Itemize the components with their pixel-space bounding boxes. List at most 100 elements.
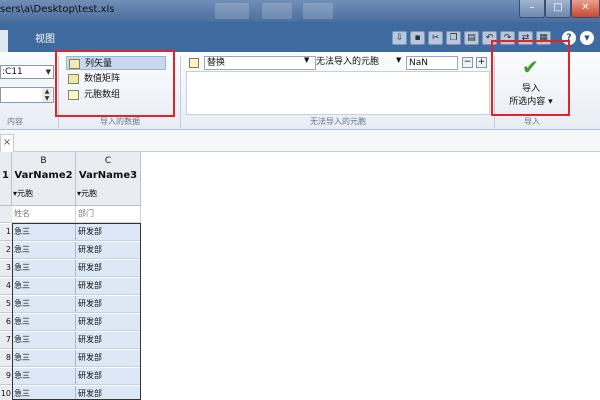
switch-windows-icon[interactable]: ⇄: [518, 31, 533, 45]
collapse-ribbon-icon[interactable]: ▼: [580, 31, 594, 45]
table-cell-department[interactable]: 研发部: [76, 368, 141, 385]
row-number[interactable]: 3: [0, 260, 12, 277]
variable-name[interactable]: VarName3: [76, 170, 140, 181]
replacement-value-field[interactable]: NaN: [406, 56, 458, 70]
title-bar: sers\a\Desktop\test.xls – □ ✕: [0, 0, 600, 22]
save-icon[interactable]: ▪: [410, 31, 425, 45]
table-cell-department[interactable]: 研发部: [76, 332, 141, 349]
row-number[interactable]: 6: [0, 314, 12, 331]
chevron-down-icon[interactable]: ▼: [396, 56, 401, 64]
header-row-stepper[interactable]: ▲ ▼: [0, 87, 54, 103]
paste-icon[interactable]: ▤: [464, 31, 479, 45]
table-cell-name[interactable]: 急三: [12, 278, 76, 295]
table-cell-name[interactable]: 急三: [12, 368, 76, 385]
table-cell-name[interactable]: 急三: [12, 350, 76, 367]
output-type-column-vectors[interactable]: 列矢量: [66, 56, 166, 70]
maximize-button[interactable]: □: [545, 0, 571, 18]
add-rule-button[interactable]: +: [476, 57, 487, 68]
table-cell-department[interactable]: 研发部: [76, 350, 141, 367]
stepper-up-icon[interactable]: ▲: [42, 88, 52, 95]
tab-import-active[interactable]: [0, 30, 8, 52]
row-number[interactable]: 2: [0, 242, 12, 259]
rule-list-area: [186, 71, 490, 115]
data-grid: 1 B VarName2 ▾元胞 C VarName3 ▾元胞 姓名 部门 1急…: [0, 152, 141, 400]
chevron-down-icon[interactable]: ▼: [46, 66, 51, 78]
header-cell-b[interactable]: 姓名: [12, 206, 76, 223]
check-icon: ✔: [522, 55, 539, 79]
table-cell-name[interactable]: 急三: [12, 296, 76, 313]
output-type-label: 数值矩阵: [84, 74, 121, 84]
row-number[interactable]: 8: [0, 350, 12, 367]
range-group-label: 内容: [7, 117, 23, 126]
rule-enabled-checkbox[interactable]: [189, 58, 199, 68]
row-number[interactable]: 9: [0, 368, 12, 385]
copy-icon[interactable]: ❐: [446, 31, 461, 45]
table-cell-department[interactable]: 研发部: [76, 242, 141, 259]
rule-action-select[interactable]: 替换: [204, 56, 316, 70]
variable-type-select[interactable]: ▾元胞: [13, 188, 33, 199]
minimize-button[interactable]: –: [519, 0, 545, 18]
titlebar-tool-ghost: [215, 3, 249, 19]
table-cell-department[interactable]: 研发部: [76, 260, 141, 277]
ribbon-tab-strip: 视图 ⇩ ▪ ✂ ❐ ▤ ↶ ↷ ⇄ ▦ ? ▼: [0, 22, 600, 52]
group-separator: [58, 56, 59, 128]
table-cell-name[interactable]: 急三: [12, 314, 76, 331]
table-cell-department[interactable]: 研发部: [76, 278, 141, 295]
rule-action-value: 替换: [207, 58, 226, 68]
output-type-numeric-matrix[interactable]: 数值矩阵: [66, 72, 166, 86]
quick-access-icon[interactable]: ⇩: [392, 31, 407, 45]
row-number-header: [0, 206, 12, 223]
chevron-down-icon[interactable]: ▼: [304, 56, 309, 64]
import-selection-button[interactable]: ✔ 导入 所选内容 ▾: [500, 54, 562, 114]
row-number[interactable]: 4: [0, 278, 12, 295]
table-cell-department[interactable]: 研发部: [76, 224, 141, 241]
undo-icon[interactable]: ↶: [482, 31, 497, 45]
titlebar-tool-ghost: [303, 3, 333, 19]
group-separator: [494, 56, 495, 128]
output-type-list: 列矢量 数值矩阵 元胞数组: [64, 54, 170, 114]
rule-condition-value: 无法导入的元胞: [316, 57, 380, 67]
cut-icon[interactable]: ✂: [428, 31, 443, 45]
table-cell-name[interactable]: 急三: [12, 224, 76, 241]
tab-view[interactable]: 视图: [12, 30, 78, 52]
table-cell-name[interactable]: 急三: [12, 332, 76, 349]
stepper-down-icon[interactable]: ▼: [42, 95, 52, 102]
table-cell-name[interactable]: 急三: [12, 260, 76, 277]
rule-condition-select[interactable]: 无法导入的元胞: [314, 56, 404, 70]
table-cell-name[interactable]: 急三: [12, 386, 76, 400]
header-cell-c[interactable]: 部门: [76, 206, 141, 223]
import-group-label: 导入: [524, 117, 540, 126]
row-number[interactable]: 10: [0, 386, 12, 400]
numeric-matrix-icon: [68, 74, 79, 84]
window-title: sers\a\Desktop\test.xls: [0, 4, 115, 15]
layout-icon[interactable]: ▦: [536, 31, 551, 45]
group-separator: [180, 56, 181, 128]
row-number[interactable]: 7: [0, 332, 12, 349]
table-cell-name[interactable]: 急三: [12, 242, 76, 259]
column-vector-icon: [69, 59, 80, 69]
output-type-cell-array[interactable]: 元胞数组: [66, 88, 166, 102]
column-header-a-stub[interactable]: 1: [0, 152, 12, 206]
remove-rule-button[interactable]: −: [462, 57, 473, 68]
variable-name[interactable]: VarName2: [12, 170, 75, 181]
variable-type-select[interactable]: ▾元胞: [77, 188, 97, 199]
close-sheet-tab-icon[interactable]: ×: [0, 134, 14, 152]
sheet-tab-bar: ×: [0, 130, 600, 152]
table-cell-department[interactable]: 研发部: [76, 314, 141, 331]
table-cell-department[interactable]: 研发部: [76, 386, 141, 400]
help-icon[interactable]: ?: [562, 31, 576, 45]
table-cell-department[interactable]: 研发部: [76, 296, 141, 313]
row-number[interactable]: 5: [0, 296, 12, 313]
close-window-button[interactable]: ✕: [571, 0, 600, 18]
column-a-name-stub: 1: [2, 170, 9, 181]
column-header-b[interactable]: B VarName2 ▾元胞: [12, 152, 76, 206]
import-button-label: 导入: [521, 84, 540, 94]
output-type-label: 元胞数组: [84, 90, 121, 100]
column-header-c[interactable]: C VarName3 ▾元胞: [76, 152, 141, 206]
row-number[interactable]: 1: [0, 224, 12, 241]
range-input[interactable]: :C11 ▼: [0, 65, 54, 79]
import-button-sublabel[interactable]: 所选内容 ▾: [500, 94, 562, 107]
cell-array-icon: [68, 90, 79, 100]
redo-icon[interactable]: ↷: [500, 31, 515, 45]
unimportable-group-label: 无法导入的元胞: [310, 117, 366, 126]
